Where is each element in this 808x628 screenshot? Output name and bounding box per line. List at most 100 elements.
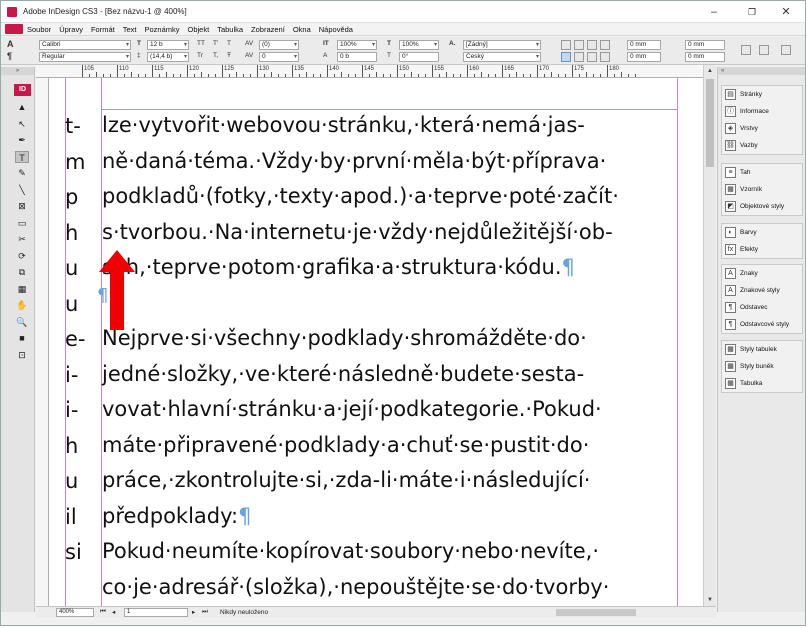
scroll-up-icon[interactable]: ▲ (704, 65, 716, 77)
first-page-icon[interactable]: ⏮ (100, 608, 106, 616)
close-button[interactable]: ✕ (773, 4, 799, 20)
superscript-button[interactable]: T' (213, 40, 218, 47)
tool-13[interactable]: 🔍 (15, 316, 29, 328)
panel-tab-group3-0[interactable]: ◐ Barvy (722, 224, 802, 241)
menu-item-5[interactable]: Objekt (188, 24, 210, 35)
menu-item-2[interactable]: Formát (91, 24, 115, 35)
language-select[interactable]: Český ▾ (463, 52, 541, 62)
align-center-button[interactable] (574, 40, 584, 50)
menu-item-6[interactable]: Tabulka (217, 24, 243, 35)
panel-tab-group2-2[interactable]: ◩ Objektové styly (722, 198, 802, 215)
horizontal-ruler[interactable]: 105 110 115 120 125 130 135 140 145 150 155 160 165 1… (36, 65, 716, 78)
horizontal-scale-field[interactable]: 100% ▾ (399, 40, 439, 50)
tool-2[interactable]: ✒ (15, 134, 29, 146)
panel-tab-group3-1[interactable]: fx Efekty (722, 241, 802, 258)
subscript-button[interactable]: T, (213, 52, 218, 59)
page-field[interactable]: 1 (124, 608, 188, 617)
vertical-scale-field[interactable]: 100% ▾ (337, 40, 377, 50)
dropcap-icon[interactable] (759, 45, 769, 55)
menu-item-8[interactable]: Okna (293, 24, 311, 35)
skew-field[interactable]: 0° (399, 52, 439, 62)
panel-tab-group1-3[interactable]: ⛓ Vazby (722, 137, 802, 154)
vertical-ruler[interactable] (36, 78, 49, 606)
panel-tab-group1-2[interactable]: ◈ Vrstvy (722, 120, 802, 137)
underline-button[interactable]: T (227, 40, 231, 47)
align-right-button[interactable] (587, 40, 597, 50)
tool-15[interactable]: ⊡ (15, 349, 29, 361)
tool-8[interactable]: ✂ (15, 233, 29, 245)
panel-tab-group2-0[interactable]: ≡ Tah (722, 164, 802, 181)
tools-collapse-grip[interactable]: » (1, 67, 34, 75)
zoom-field[interactable]: 400% (56, 608, 94, 617)
previous-page-icon[interactable]: ◂ (112, 608, 115, 616)
last-page-icon[interactable]: ⏭ (202, 608, 208, 616)
menu-item-9[interactable]: Nápověda (319, 24, 353, 35)
panels-collapse-grip[interactable]: « (718, 67, 805, 75)
justify-all-button[interactable] (600, 52, 610, 62)
panel-tab-group1-0[interactable]: ▤ Stránky (722, 86, 802, 103)
maximize-button[interactable]: ❐ (739, 4, 765, 20)
right-indent-value: 0 mm (688, 41, 705, 48)
minimize-button[interactable]: – (701, 4, 727, 20)
tool-1[interactable]: ↖ (15, 118, 29, 130)
document-canvas[interactable]: t-m p h u u e-i-i-h u il si ¶ lze·vytvořit·webov… (49, 78, 703, 606)
align-left-button[interactable] (561, 40, 571, 50)
tool-4[interactable]: ✎ (15, 167, 29, 179)
tool-12[interactable]: ✋ (15, 299, 29, 311)
tool-0[interactable]: ▲ (15, 101, 29, 113)
panel-tab-group5-2[interactable]: ▦ Tabulka (722, 375, 802, 392)
tool-3[interactable]: T (15, 150, 29, 163)
justify-button[interactable] (561, 52, 571, 62)
panel-tab-group4-0[interactable]: A Znaky (722, 265, 802, 282)
tool-11[interactable]: ▦ (15, 283, 29, 295)
next-page-icon[interactable]: ▸ (192, 608, 195, 616)
tool-10[interactable]: ⧉ (15, 266, 29, 278)
space-after-field[interactable]: 0 mm (685, 52, 725, 62)
panel-tab-group4-3[interactable]: ¶ Odstavcové styly (722, 316, 802, 333)
tool-6[interactable]: ⊠ (15, 200, 29, 212)
menu-item-3[interactable]: Text (123, 24, 137, 35)
ruler-minor-tick (516, 72, 517, 77)
panel-tab-group1-1[interactable]: ⓘ Informace (722, 103, 802, 120)
panel-menu-icon[interactable] (741, 45, 751, 55)
character-style-select[interactable]: [Žádný] ▾ (463, 40, 541, 50)
menu-item-4[interactable]: Poznámky (144, 24, 179, 35)
menu-item-0[interactable]: Soubor (27, 24, 51, 35)
kerning-field[interactable]: (0) ▾ (259, 40, 299, 50)
ruler-minor-tick (579, 74, 580, 77)
all-caps-button[interactable]: TT (197, 40, 205, 47)
small-caps-button[interactable]: Tr (197, 52, 203, 59)
font-family-select[interactable]: Calibri ▾ (39, 40, 131, 50)
panel-tab-group4-1[interactable]: A Znakové styly (722, 282, 802, 299)
panel-tab-group5-1[interactable]: ▦ Styly buněk (722, 358, 802, 375)
control-panel-menu-icon[interactable] (781, 45, 791, 55)
scroll-down-icon[interactable]: ▼ (704, 594, 716, 606)
first-line-indent-field[interactable]: 0 mm (627, 52, 661, 62)
menu-item-1[interactable]: Úpravy (59, 24, 83, 35)
tool-5[interactable]: ╲ (15, 184, 29, 196)
vertical-scrollbar[interactable]: ▲ ▼ (703, 65, 716, 606)
strikethrough-button[interactable]: Ŧ (227, 52, 231, 59)
baseline-shift-field[interactable]: 0 b (337, 52, 377, 62)
tracking-field[interactable]: 0 ▾ (259, 52, 299, 62)
font-style-select[interactable]: Regular ▾ (39, 52, 131, 62)
left-indent-field[interactable]: 0 mm (627, 40, 661, 50)
paragraph-mode-button[interactable]: ¶ (7, 51, 12, 61)
character-mode-button[interactable]: A (7, 39, 14, 49)
right-indent-field[interactable]: 0 mm (685, 40, 725, 50)
justify-center-button[interactable] (574, 52, 584, 62)
tool-7[interactable]: ▭ (15, 217, 29, 229)
justify-right-button[interactable] (587, 52, 597, 62)
panel-tab-group2-1[interactable]: ▦ Vzorník (722, 181, 802, 198)
justify-last-left-button[interactable] (600, 40, 610, 50)
font-size-field[interactable]: 12 b ▾ (147, 40, 189, 50)
panel-tab-group4-2[interactable]: ¶ Odstavec (722, 299, 802, 316)
scroll-thumb[interactable] (706, 79, 714, 167)
tool-14[interactable]: ■ (15, 332, 29, 344)
panel-tab-group5-0[interactable]: ▦ Styly tabulek (722, 341, 802, 358)
text-frame[interactable]: lze·vytvořit·webovou·stránku,·která·nemá… (102, 108, 678, 605)
tool-9[interactable]: ⟳ (15, 250, 29, 262)
leading-field[interactable]: (14,4 b) ▾ (147, 52, 189, 62)
horizontal-scroll-thumb[interactable] (556, 609, 636, 616)
menu-item-7[interactable]: Zobrazení (251, 24, 285, 35)
